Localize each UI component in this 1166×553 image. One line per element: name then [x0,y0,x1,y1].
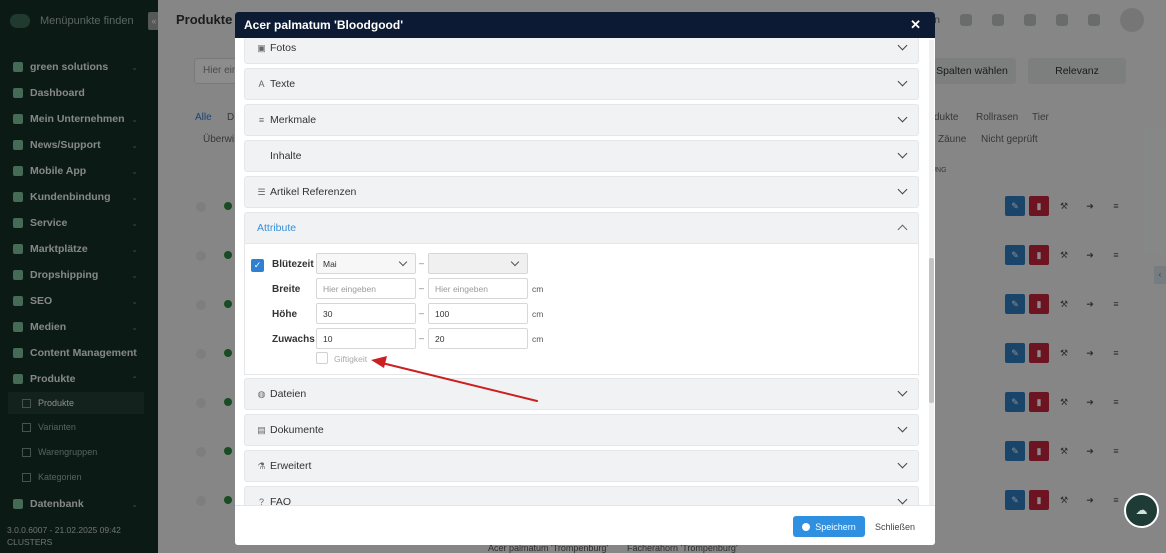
image-icon: ▣ [257,42,266,53]
flask-icon: ⚗ [257,460,266,471]
zuwachs-to-input[interactable]: 20 [428,328,528,349]
chat-widget-icon[interactable]: ☁ [1124,493,1159,528]
section-label: Texte [270,78,296,90]
chevron-up-icon [897,224,908,235]
chevron-down-icon [897,112,908,123]
modal-body: ▣ Fotos A Texte ≡ Merkmale Inhalte ☰ Artikel… [235,38,935,505]
chevron-down-icon [897,148,908,159]
chevron-down-icon [897,76,908,87]
section-label: Artikel Referenzen [270,186,357,198]
save-label: Speichern [815,521,856,532]
section-faq[interactable]: ? FAQ [244,486,919,505]
section-inhalte[interactable]: Inhalte [244,140,919,172]
bluetezeit-to-select[interactable] [428,253,528,274]
modal-scrollbar[interactable] [929,40,934,520]
hoehe-from-input[interactable]: 30 [316,303,416,324]
range-separator: – [419,333,425,343]
section-label: Erweitert [270,460,312,472]
save-button[interactable]: Speichern [793,516,865,537]
zuwachs-unit: cm [532,334,544,344]
globe-icon: ◍ [257,388,266,399]
range-separator: – [419,283,425,293]
breite-to-input[interactable]: Hier eingeben [428,278,528,299]
hoehe-label: Höhe [272,309,297,320]
chevron-down-icon [897,494,908,505]
bluetezeit-label: Blütezeit [272,259,314,270]
chevron-down-icon [897,458,908,469]
question-icon: ? [258,496,264,505]
document-icon: ▤ [257,424,266,435]
close-icon[interactable]: ✕ [910,17,921,33]
bluetezeit-checkbox[interactable]: ✓ [251,259,264,272]
section-texte[interactable]: A Texte [244,68,919,100]
section-label: FAQ [270,496,292,505]
chevron-down-icon [510,257,520,267]
modal-footer: Speichern Schließen [235,505,935,545]
giftigkeit-checkbox[interactable] [316,352,328,364]
section-attribute[interactable]: Attribute [244,212,919,244]
chevron-down-icon [897,386,908,397]
section-label: Dateien [270,388,307,400]
breite-unit: cm [532,284,544,294]
range-separator: – [419,258,425,268]
text-icon: A [258,78,265,89]
modal-title: Acer palmatum 'Bloodgood' [244,18,404,32]
section-artikel-referenzen[interactable]: ☰ Artikel Referenzen [244,176,919,208]
section-erweitert[interactable]: ⚗ Erweitert [244,450,919,482]
chevron-down-icon [398,257,408,267]
scroll-thumb[interactable] [929,258,934,403]
bluetezeit-from-value: Mai [323,259,337,269]
product-modal: Acer palmatum 'Bloodgood' ✕ ▣ Fotos A Text… [235,12,935,545]
breite-label: Breite [272,284,301,295]
hoehe-unit: cm [532,309,544,319]
section-fotos[interactable]: ▣ Fotos [244,38,919,64]
hoehe-to-input[interactable]: 100 [428,303,528,324]
section-label: Merkmale [270,114,317,126]
bluetezeit-from-select[interactable]: Mai [316,253,416,274]
section-dateien[interactable]: ◍ Dateien [244,378,919,410]
section-label: Attribute [257,222,297,234]
zuwachs-from-input[interactable]: 10 [316,328,416,349]
section-label: Dokumente [270,424,324,436]
chevron-down-icon [897,422,908,433]
breite-from-input[interactable]: Hier eingeben [316,278,416,299]
list-ordered-icon: ☰ [257,186,266,197]
section-label: Inhalte [270,150,302,162]
section-merkmale[interactable]: ≡ Merkmale [244,104,919,136]
attribute-panel: ✓ Blütezeit Mai – Breite Hier eingeben –… [244,244,919,375]
chevron-down-icon [897,184,908,195]
zuwachs-label: Zuwachs [272,334,315,345]
giftigkeit-label: Giftigkeit [334,354,368,364]
section-dokumente[interactable]: ▤ Dokumente [244,414,919,446]
list-icon: ≡ [258,114,265,125]
save-icon [802,522,811,531]
chevron-down-icon [897,40,908,51]
range-separator: – [419,308,425,318]
modal-header: Acer palmatum 'Bloodgood' ✕ [235,12,935,38]
section-label: Fotos [270,42,297,54]
close-button[interactable]: Schließen [871,516,919,537]
